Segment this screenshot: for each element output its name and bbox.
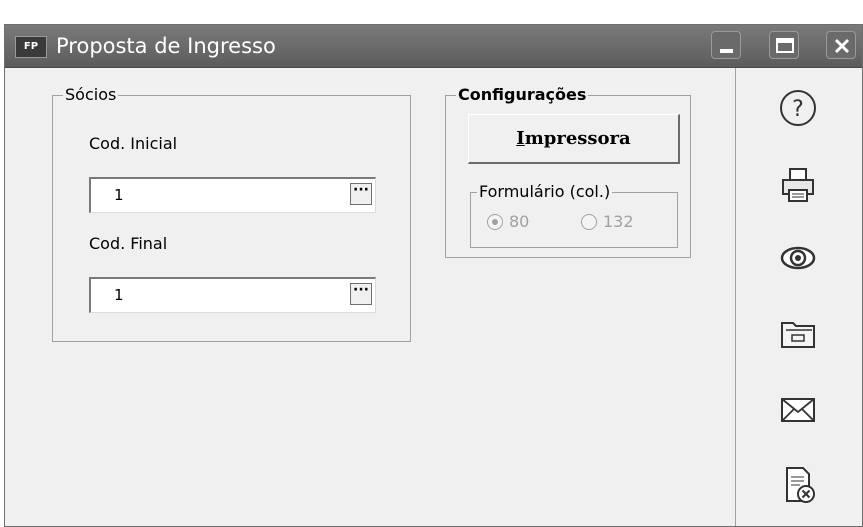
preview-eye-icon — [780, 246, 816, 270]
title-bar[interactable]: FP Proposta de Ingresso — [5, 25, 862, 68]
cod-inicial-value: 1 — [114, 186, 124, 204]
cancel-document-icon — [786, 467, 815, 503]
configuracoes-group: Configurações Impressora Formulário (col… — [445, 86, 691, 258]
maximize-icon — [776, 38, 794, 53]
close-icon — [834, 38, 850, 54]
radio-80[interactable]: 80 — [487, 212, 529, 231]
socios-legend: Sócios — [63, 85, 119, 104]
radio-80-label: 80 — [509, 212, 530, 231]
minimize-button[interactable] — [711, 31, 741, 59]
help-button[interactable]: ? — [774, 86, 822, 130]
socios-group: Sócios Cod. Inicial 1 ··· Cod. Final 1 ·… — [52, 86, 411, 342]
folder-open-icon — [781, 322, 815, 348]
preview-button[interactable] — [774, 236, 822, 280]
formulario-group: Formulário (col.) 80 132 — [470, 183, 678, 248]
window: FP Proposta de Ingresso Sócios Cod. Inic… — [4, 24, 863, 527]
printer-icon — [782, 168, 814, 202]
cod-inicial-label: Cod. Inicial — [89, 134, 178, 153]
print-button[interactable] — [774, 163, 822, 207]
maximize-button[interactable] — [769, 31, 799, 59]
impressora-button[interactable]: Impressora — [468, 114, 680, 164]
svg-text:?: ? — [792, 97, 804, 122]
minimize-icon — [720, 49, 733, 53]
radio-132[interactable]: 132 — [581, 212, 634, 231]
cod-final-field[interactable]: 1 ··· — [89, 277, 376, 313]
app-icon: FP — [15, 36, 47, 58]
side-action-panel: ? — [735, 68, 861, 526]
radio-80-indicator — [487, 213, 503, 230]
cancel-document-button[interactable] — [774, 463, 822, 507]
radio-132-indicator — [581, 213, 597, 230]
cod-final-value: 1 — [114, 286, 124, 304]
email-button[interactable] — [774, 388, 822, 432]
configuracoes-legend: Configurações — [456, 85, 589, 104]
open-folder-button[interactable] — [774, 311, 822, 355]
radio-132-label: 132 — [603, 212, 634, 231]
help-icon: ? — [780, 90, 816, 126]
formulario-legend: Formulário (col.) — [477, 182, 613, 201]
close-button[interactable] — [826, 31, 856, 59]
cod-inicial-field[interactable]: 1 ··· — [89, 177, 376, 213]
impressora-label: Impressora — [516, 128, 631, 149]
cod-final-label: Cod. Final — [89, 234, 168, 253]
email-icon — [781, 398, 815, 422]
cod-final-lookup-button[interactable]: ··· — [350, 283, 372, 305]
window-title: Proposta de Ingresso — [56, 34, 276, 58]
cod-inicial-lookup-button[interactable]: ··· — [350, 183, 372, 205]
